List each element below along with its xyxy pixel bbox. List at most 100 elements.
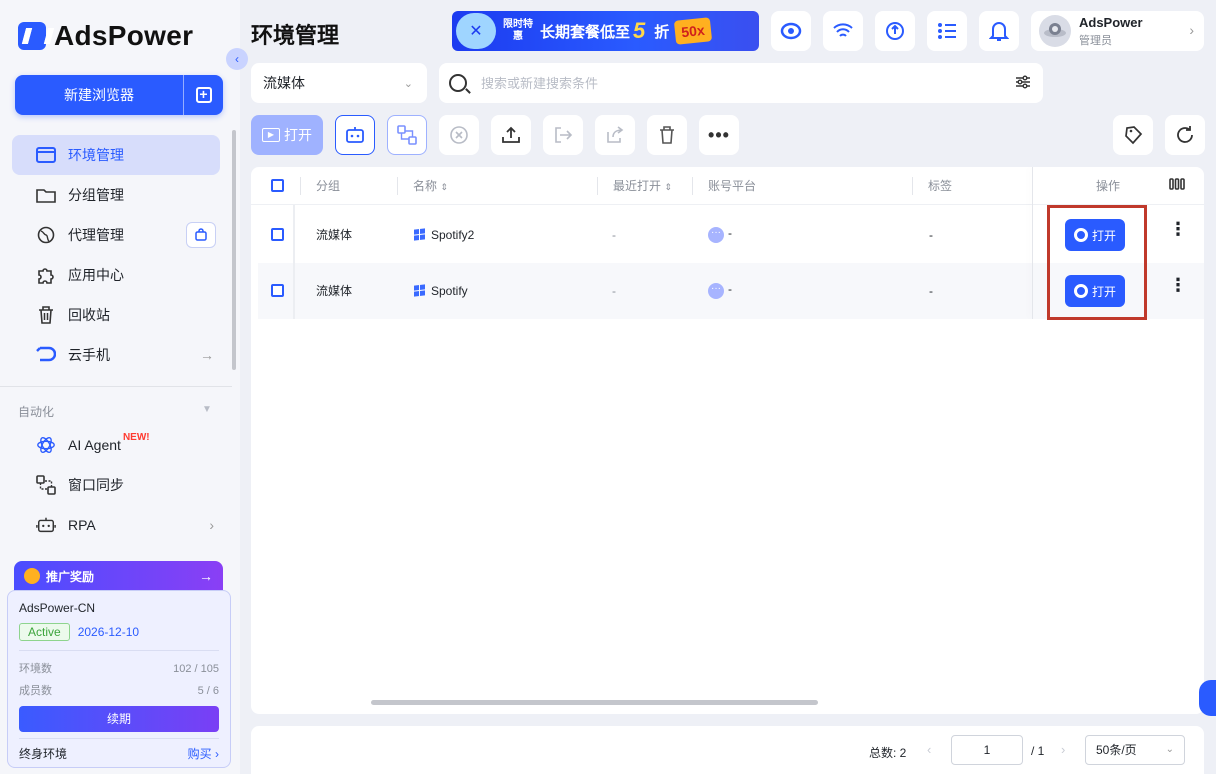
upload-button[interactable] — [491, 115, 531, 155]
user-menu[interactable]: AdsPower 管理员 › — [1031, 11, 1204, 51]
buy-proxy-button[interactable] — [186, 222, 216, 248]
logo[interactable]: AdsPower — [18, 20, 193, 52]
sidebar-item-recycle-bin[interactable]: 回收站 — [12, 295, 220, 335]
page-size-select[interactable]: 50条/页 ⌄ — [1085, 735, 1185, 765]
next-page-button[interactable]: › — [1061, 742, 1065, 757]
page-number-input[interactable]: 1 — [951, 735, 1023, 765]
avatar — [1039, 15, 1071, 47]
network-button[interactable] — [823, 11, 863, 51]
pagination-bar: 总数: 2 ‹ 1 / 1 › 50条/页 ⌄ — [251, 726, 1204, 774]
divider — [19, 650, 219, 651]
cell-group: 流媒体 — [316, 284, 353, 298]
mascot-icon: ✕ — [456, 13, 496, 49]
cell-last-open: - — [612, 228, 616, 242]
collapse-sidebar-button[interactable]: ‹ — [226, 48, 248, 70]
select-all-checkbox[interactable] — [271, 179, 284, 192]
column-header-group[interactable]: 分组 — [301, 167, 340, 205]
promo-banner[interactable]: ✕ 限时特惠 长期套餐低至 5 折 50x — [452, 11, 759, 51]
sidebar-item-proxy-management[interactable]: 代理管理 — [12, 215, 220, 255]
sync-button[interactable] — [875, 11, 915, 51]
horizontal-scrollbar[interactable] — [371, 700, 818, 705]
sidebar-item-app-center[interactable]: 应用中心 — [12, 255, 220, 295]
caret-down-icon[interactable]: ▼ — [202, 404, 212, 415]
new-browser-button[interactable]: 新建浏览器 + — [15, 75, 223, 115]
puzzle-icon — [36, 265, 56, 285]
chevron-right-icon: › — [209, 517, 214, 533]
trash-icon — [36, 305, 56, 325]
new-browser-label[interactable]: 新建浏览器 — [15, 75, 183, 115]
sync-icon — [886, 22, 904, 40]
search-bar[interactable] — [439, 63, 1043, 103]
column-settings-icon[interactable] — [1154, 167, 1185, 205]
buy-link[interactable]: 购买 › — [188, 745, 219, 762]
browser-kernel-button[interactable] — [771, 11, 811, 51]
share-button[interactable] — [595, 115, 635, 155]
section-title-automation: 自动化 — [18, 405, 55, 419]
group-select[interactable]: 流媒体 ⌄ — [251, 63, 427, 103]
notification-button[interactable] — [979, 11, 1019, 51]
row-checkbox[interactable] — [271, 284, 284, 297]
delete-button[interactable] — [647, 115, 687, 155]
sidebar-item-group-management[interactable]: 分组管理 — [12, 175, 220, 215]
robot-icon — [346, 127, 364, 143]
column-header-tags[interactable]: 标签 — [913, 167, 952, 205]
cell-platform[interactable]: ··· - — [708, 263, 732, 319]
fixed-column-divider — [1032, 167, 1033, 319]
member-count-label: 成员数 — [19, 685, 52, 697]
rpa-button[interactable] — [335, 115, 375, 155]
prev-page-button[interactable]: ‹ — [927, 742, 931, 757]
task-list-button[interactable] — [927, 11, 967, 51]
more-dots-icon: ··· — [708, 227, 724, 243]
promo-label: 推广奖励 — [46, 569, 95, 584]
sidebar-item-label: 云手机 — [68, 347, 110, 363]
sidebar-item-cloud-phone[interactable]: 云手机 → — [12, 335, 220, 375]
more-actions-button[interactable]: ••• — [699, 115, 739, 155]
batch-create-button[interactable]: + — [183, 75, 223, 115]
sidebar-item-window-sync[interactable]: 窗口同步 — [12, 465, 220, 505]
fixed-column-shadow — [293, 205, 295, 319]
user-name: AdsPower — [1079, 14, 1143, 30]
highlight-box — [1047, 205, 1147, 320]
banner-text: 长期套餐低至 — [540, 23, 631, 41]
search-input[interactable] — [481, 75, 981, 91]
support-float-button[interactable] — [1199, 680, 1216, 716]
bell-icon — [989, 22, 1009, 41]
sidebar-scrollbar[interactable] — [232, 130, 236, 370]
sync-windows-icon — [397, 125, 417, 145]
share-icon — [607, 126, 624, 143]
sidebar-item-rpa[interactable]: RPA › — [12, 505, 220, 545]
move-group-button[interactable] — [543, 115, 583, 155]
cell-name[interactable]: Spotify2 — [414, 207, 474, 263]
cell-platform[interactable]: ··· - — [708, 207, 732, 263]
tag-button[interactable] — [1113, 115, 1153, 155]
expiry-date: 2026-12-10 — [77, 625, 140, 639]
column-header-name[interactable]: 名称 ⇕ — [398, 167, 448, 205]
more-vertical-icon[interactable]: ⋮ — [1169, 220, 1187, 238]
refresh-button[interactable] — [1165, 115, 1205, 155]
close-browser-button[interactable] — [439, 115, 479, 155]
batch-open-label: 打开 — [284, 127, 312, 143]
promo-rewards-bar[interactable]: 推广奖励 → — [14, 561, 223, 591]
window-sync-button[interactable] — [387, 115, 427, 155]
renew-button[interactable]: 续期 — [19, 706, 219, 732]
plus-square-icon: + — [195, 87, 212, 103]
globe-icon — [36, 225, 56, 245]
cell-group: 流媒体 — [316, 228, 353, 242]
row-checkbox[interactable] — [271, 228, 284, 241]
cell-name[interactable]: Spotify — [414, 263, 468, 319]
filter-settings-icon[interactable] — [1015, 75, 1031, 92]
browser-kernel-icon — [780, 22, 802, 40]
chevron-down-icon: ⌄ — [403, 77, 413, 90]
column-header-last-open[interactable]: 最近打开 ⇕ — [598, 167, 672, 205]
windows-icon — [414, 284, 425, 297]
sort-icon: ⇕ — [664, 182, 672, 192]
sidebar-item-ai-agent[interactable]: AI Agent NEW! — [12, 425, 220, 465]
sidebar-item-label: RPA — [68, 517, 96, 533]
batch-open-button[interactable]: ▶ 打开 — [251, 115, 323, 155]
more-vertical-icon[interactable]: ⋮ — [1169, 276, 1187, 294]
banner-tag: 50x — [674, 17, 713, 45]
sidebar-item-env-management[interactable]: 环境管理 — [12, 135, 220, 175]
column-header-platform[interactable]: 账号平台 — [693, 167, 756, 205]
new-badge: NEW! — [122, 431, 150, 443]
refresh-icon — [1177, 126, 1193, 143]
